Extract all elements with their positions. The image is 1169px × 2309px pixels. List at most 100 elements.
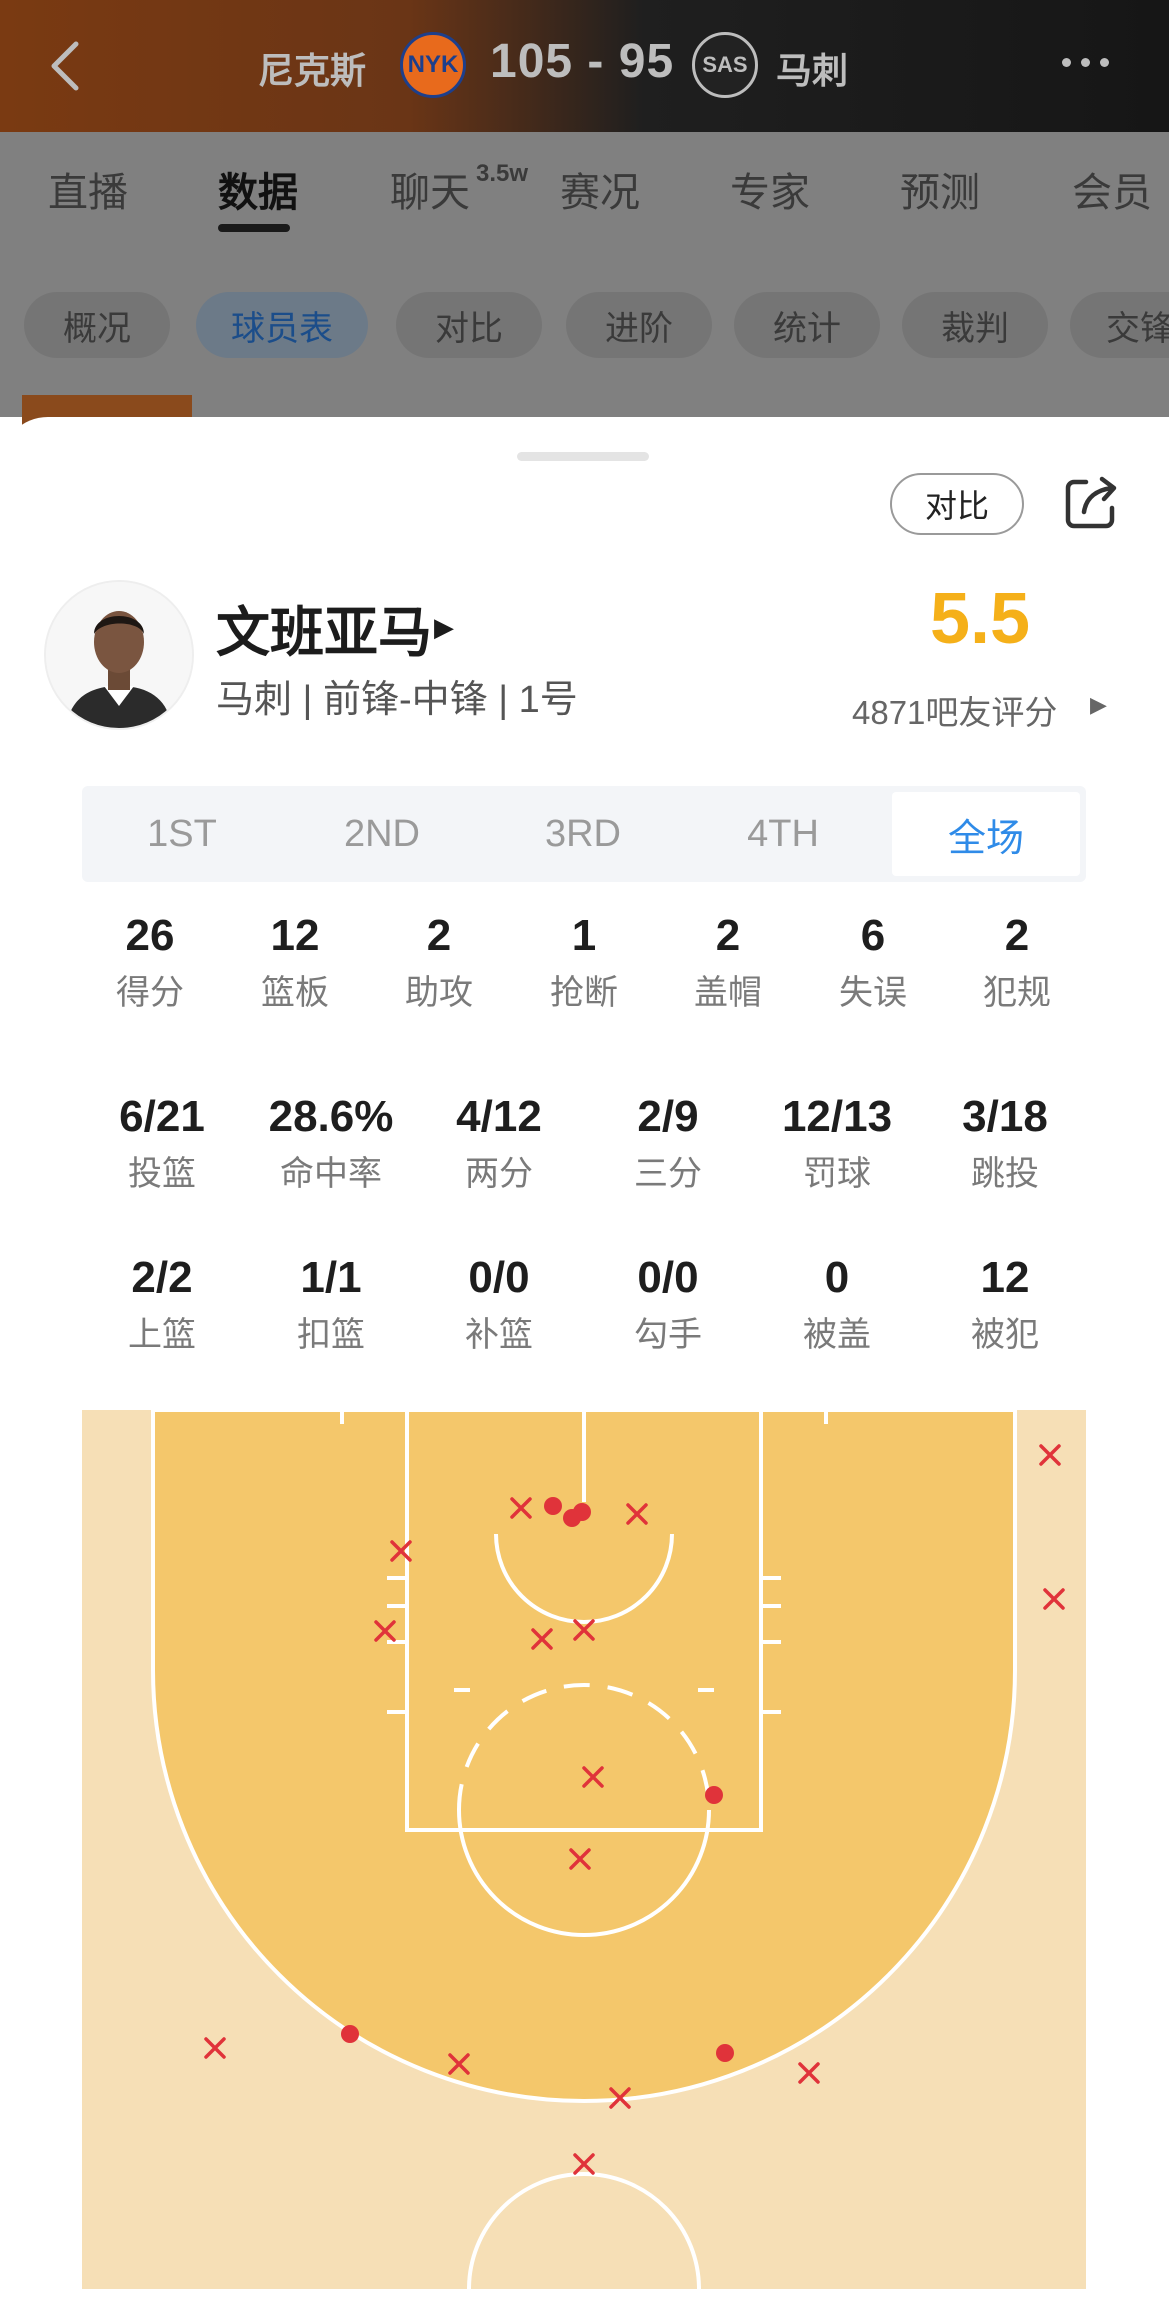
stat-points: 26 得分 [90,911,210,1013]
player-photo-icon [46,582,192,728]
quarter-tab-2nd[interactable]: 2ND [282,786,482,882]
subtab-statistics[interactable]: 统计 [734,292,880,358]
knicks-logo-icon: NYK [400,32,466,98]
subtab-advanced[interactable]: 进阶 [566,292,712,358]
quarter-tab-1st[interactable]: 1ST [82,786,282,882]
tab-membership[interactable]: 会员 [1072,160,1152,218]
stat-value: 26 [125,911,175,960]
quarter-tab-4th[interactable]: 4TH [683,786,883,882]
stat-label: 补篮 [465,1316,533,1354]
stat-value: 2/2 [131,1253,193,1302]
home-team-name: 尼克斯 [258,50,367,91]
stat-value: 12 [980,1253,1030,1302]
sheet-drag-handle[interactable] [517,452,649,461]
stat-fouls-drawn: 12 被犯 [925,1253,1085,1355]
stat-label: 失误 [839,974,907,1012]
stat-value: 3/18 [962,1092,1048,1141]
quarter-tab-full-game[interactable]: 全场 [892,792,1080,876]
subtab-player-table[interactable]: 球员表 [196,292,368,358]
stat-value: 1/1 [300,1253,362,1302]
stat-value: 1 [571,911,597,960]
stat-value: 2/9 [637,1092,699,1141]
sub-tabs: 概况 球员表 对比 进阶 统计 裁判 交锋 [0,292,1169,358]
tab-experts[interactable]: 专家 [730,160,810,218]
active-tab-underline [218,224,290,232]
shot-made-marker [716,2044,734,2062]
away-logo-text: SAS [702,52,748,77]
tab-chat[interactable]: 聊天 [390,160,470,218]
stat-label: 被犯 [971,1316,1039,1354]
share-icon[interactable] [1062,474,1120,532]
stat-three-pointers: 2/9 三分 [588,1092,748,1194]
more-options-icon[interactable] [1062,54,1122,74]
stat-label: 罚球 [803,1155,871,1193]
stat-rebounds: 12 篮板 [235,911,355,1013]
stat-value: 6 [860,911,886,960]
tab-stats[interactable]: 数据 [218,160,298,218]
quarter-tabs: 1ST 2ND 3RD 4TH 全场 [82,786,1086,882]
stat-fg-percentage: 28.6% 命中率 [251,1092,411,1194]
shot-made-marker [705,1786,723,1804]
stat-tip-ins: 0/0 补篮 [419,1253,579,1355]
game-score: 105 - 95 [490,35,675,88]
player-detail-arrow-icon[interactable]: ▶ [434,612,454,643]
stat-layups: 2/2 上篮 [82,1253,242,1355]
stat-blocks: 2 盖帽 [668,911,788,1013]
stat-value: 2 [715,911,741,960]
subtab-compare[interactable]: 对比 [396,292,542,358]
away-team-name: 马刺 [776,50,849,91]
rating-arrow-icon[interactable]: ▶ [1090,692,1107,718]
stat-label: 得分 [116,974,184,1012]
shot-made-marker [341,2025,359,2043]
stat-value: 0/0 [468,1253,530,1302]
player-name[interactable]: 文班亚马 [216,588,432,667]
stat-value: 0 [824,1253,850,1302]
chat-count-badge: 3.5w [476,160,529,187]
tab-predictions[interactable]: 预测 [900,160,980,218]
scoreboard[interactable]: 尼克斯 NYK 105 - 95 SAS 马刺 [0,30,1169,100]
player-avatar[interactable] [44,580,194,730]
stat-jump-shots: 3/18 跳投 [925,1092,1085,1194]
stat-label: 犯规 [983,974,1051,1012]
rating-count-link[interactable]: 4871吧友评分 [852,686,1057,734]
stat-label: 抢断 [550,974,618,1012]
stat-label: 篮板 [261,974,329,1012]
stat-label: 命中率 [280,1155,382,1193]
stat-value: 28.6% [268,1092,394,1141]
stat-turnovers: 6 失误 [813,911,933,1013]
stat-fouls: 2 犯规 [957,911,1077,1013]
stat-value: 12/13 [781,1092,893,1141]
subtab-overview[interactable]: 概况 [24,292,170,358]
main-tabs: 直播 数据 聊天 赛况 专家 预测 会员 [0,160,1169,230]
stat-value: 6/21 [119,1092,205,1141]
stat-value: 12 [270,911,320,960]
stat-blocked: 0 被盖 [757,1253,917,1355]
stat-label: 被盖 [803,1316,871,1354]
stat-value: 2 [1004,911,1030,960]
stat-label: 上篮 [128,1316,196,1354]
stat-label: 投篮 [128,1155,196,1193]
stat-value: 4/12 [456,1092,542,1141]
player-team-position: 马刺 | 前锋-中锋 | 1号 [216,679,578,721]
stat-label: 盖帽 [694,974,762,1012]
stat-label: 三分 [634,1155,702,1193]
shot-chart [82,1410,1086,2289]
home-logo-text: NYK [407,51,459,78]
stat-steals: 1 抢断 [524,911,644,1013]
tab-live[interactable]: 直播 [48,160,128,218]
quarter-tab-3rd[interactable]: 3RD [483,786,683,882]
player-rating: 5.5 [929,579,1031,659]
stat-free-throws: 12/13 罚球 [757,1092,917,1194]
shot-made-marker [544,1497,562,1515]
stat-assists: 2 助攻 [379,912,499,1013]
stat-label: 扣篮 [297,1316,365,1354]
stat-dunks: 1/1 扣篮 [251,1253,411,1355]
subtab-head-to-head[interactable]: 交锋 [1070,292,1169,358]
shot-made-marker [573,1503,591,1521]
compare-button[interactable]: 对比 [890,473,1024,535]
subtab-referees[interactable]: 裁判 [902,292,1048,358]
tab-game-status[interactable]: 赛况 [560,160,640,218]
stat-label: 跳投 [971,1155,1039,1193]
stat-field-goals: 6/21 投篮 [82,1092,242,1194]
spurs-logo-icon: SAS [692,32,758,98]
